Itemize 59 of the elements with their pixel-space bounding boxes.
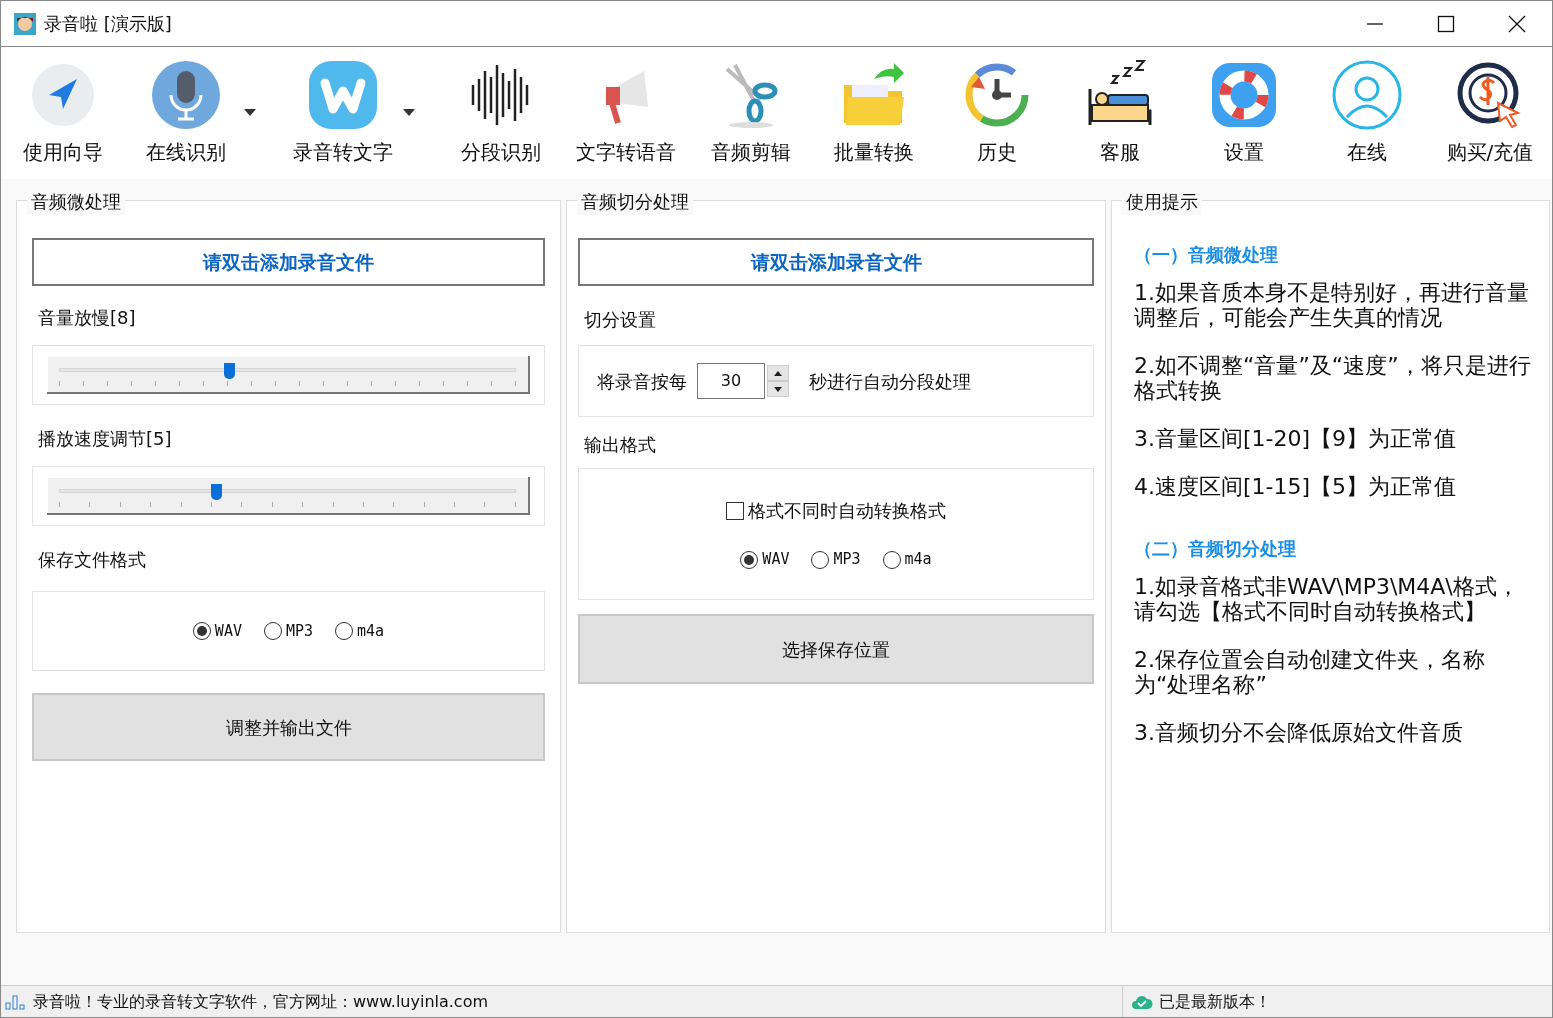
tip-text: 4.速度区间[1-15]【5】为正常值 <box>1134 474 1458 499</box>
slider-label: 音量放慢[8] <box>38 306 137 330</box>
maximize-icon <box>1436 14 1455 33</box>
toolbar-button[interactable]: 音频剪辑 <box>702 59 799 167</box>
tips-heading: （一）音频微处理 <box>1134 243 1279 267</box>
toolbar-button[interactable]: 录音转文字 <box>293 59 426 167</box>
format-radio[interactable]: MP3 <box>811 548 861 571</box>
add-file-button[interactable]: 请双击添加录音文件 <box>578 238 1094 286</box>
cloud-check-icon <box>1131 993 1153 1010</box>
format-radio[interactable]: m4a <box>335 619 385 643</box>
volume-slider[interactable] <box>47 356 530 394</box>
tips-heading: （二）音频切分处理 <box>1134 537 1297 561</box>
output-label: 输出格式 <box>584 433 657 457</box>
user-circle-icon <box>1330 59 1403 131</box>
bar-chart-icon <box>5 993 27 1010</box>
toolbar-button[interactable]: 分段识别 <box>452 59 549 167</box>
microphone-icon <box>150 59 223 131</box>
split-suffix: 秒进行自动分段处理 <box>809 369 971 394</box>
tip-text: 1.如录音格式非WAV\MP3\M4A\格式，请勾选【格式不同时自动转换格式】 <box>1134 574 1520 624</box>
toolbar-button[interactable]: 客服 <box>1072 59 1169 167</box>
volume-slider[interactable] <box>47 477 530 515</box>
w-app-icon <box>307 59 380 131</box>
format-radio[interactable]: m4a <box>882 548 932 571</box>
window-title: 录音啦 [演示版] <box>44 12 172 36</box>
settings-label: 切分设置 <box>584 308 657 332</box>
minimize-icon <box>1365 22 1384 25</box>
toolbar-button[interactable]: 购买/充值 <box>1441 59 1538 167</box>
add-file-button[interactable]: 请双击添加录音文件 <box>32 238 545 286</box>
status-message: 录音啦！专业的录音转文字软件，官方网址：www.luyinla.com <box>33 990 489 1013</box>
auto-convert-checkbox[interactable]: 格式不同时自动转换格式 <box>726 497 946 525</box>
slider-thumb[interactable] <box>224 363 235 379</box>
split-prefix: 将录音按每 <box>597 369 687 394</box>
toolbar-button[interactable]: 在线 <box>1318 59 1415 167</box>
format-radio[interactable]: WAV <box>740 548 790 571</box>
app-logo-icon <box>14 12 36 35</box>
toolbar-button[interactable]: 使用向导 <box>15 59 111 167</box>
caret-icon <box>403 109 416 116</box>
output-file-button[interactable]: 调整并输出文件 <box>32 693 545 761</box>
close-icon <box>1507 14 1526 33</box>
down-arrow-icon[interactable] <box>774 386 782 392</box>
tip-text: 2.如不调整“音量”及“速度”，将只是进行格式转换 <box>1134 353 1532 403</box>
format-label: 保存文件格式 <box>38 548 147 572</box>
version-status: 已是最新版本！ <box>1159 990 1271 1013</box>
toolbar-button[interactable]: 文字转语音 <box>575 59 676 167</box>
toolbar-button[interactable]: 设置 <box>1195 59 1292 167</box>
toolbar-button[interactable]: 批量转换 <box>826 59 923 167</box>
toolbar-button[interactable]: 在线识别 <box>138 59 267 167</box>
tip-text: 2.保存位置会自动创建文件夹，名称为“处理名称” <box>1134 647 1486 697</box>
slider-thumb[interactable] <box>210 484 222 500</box>
tip-text: 3.音量区间[1-20]【9】为正常值 <box>1134 426 1458 451</box>
format-radio[interactable]: WAV <box>192 619 242 643</box>
tip-text: 3.音频切分不会降低原始文件音质 <box>1134 720 1464 745</box>
slider-label: 播放速度调节[5] <box>38 427 173 451</box>
tip-text: 1.如果音质本身不是特别好，再进行音量调整后，可能会产生失真的情况 <box>1134 280 1530 330</box>
up-arrow-icon[interactable] <box>774 370 782 376</box>
format-radio[interactable]: MP3 <box>263 619 314 643</box>
toolbar-button[interactable]: 历史 <box>949 59 1046 167</box>
caret-icon <box>244 109 257 116</box>
save-location-button[interactable]: 选择保存位置 <box>578 614 1094 684</box>
